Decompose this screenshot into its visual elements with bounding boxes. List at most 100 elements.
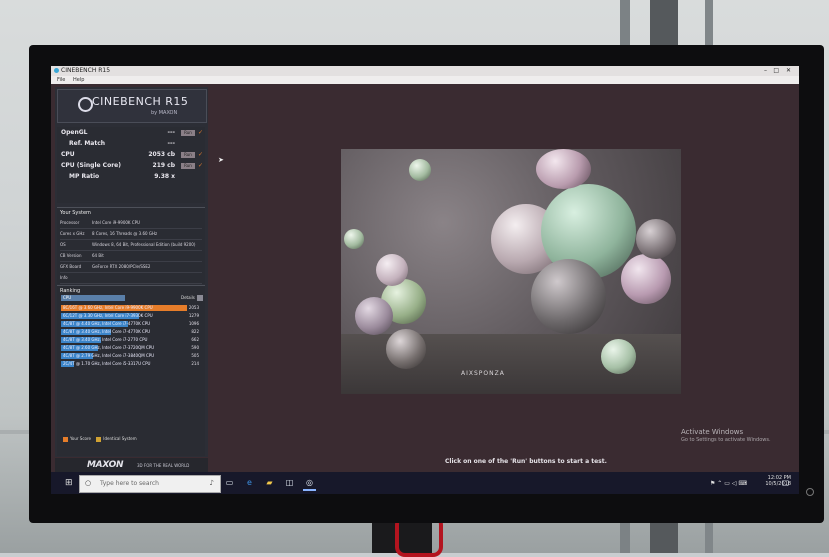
system-row: GFX Board GeForce RTX 2080/PCIe/SSE2 [60,262,202,273]
run-cpu-button[interactable]: Run [181,152,195,158]
menu-file[interactable]: File [57,77,65,83]
system-key: CB Version [60,253,82,258]
system-value: Windows 8, 64 Bit, Professional Edition … [92,242,196,247]
your-system-section: Your System Processor Intel Core i9-9900… [57,207,205,284]
ranking-legend: Your Score Identical System [63,436,137,442]
windows-start-icon[interactable]: ⊞ [65,478,73,488]
render-sphere [376,254,408,286]
render-watermark: AIXSPONZA [461,370,505,377]
section-header: Ranking [60,288,81,294]
ranking-row[interactable]: 4C/8T @ 4.40 GHz, Intel Core i7-4770K CP… [61,320,203,328]
power-icon[interactable] [806,488,814,496]
ranking-name: 4C/8T @ 2.79 GHz, Intel Core i7-3840QM C… [63,353,155,358]
system-value: Intel Core i9-9900K CPU [92,220,140,225]
ranking-score: 590 [191,345,199,350]
ranking-row[interactable]: 2C/4T @ 1.70 GHz, Intel Core i5-3317U CP… [61,360,203,368]
check-icon: ✓ [197,151,203,158]
result-value: 2053 cb [148,151,175,158]
ranking-row[interactable]: 8C/16T @ 3.60 GHz, Intel Core i9-9900K C… [61,304,203,312]
system-key: Info [60,275,68,280]
run-opengl-button[interactable]: Run [181,130,195,136]
search-placeholder: Type here to search [100,480,159,487]
ranking-name: 4C/8T @ 3.40 GHz, Intel Core i7-4770K CP… [63,329,151,334]
search-input[interactable]: ○ Type here to search ♪ [79,475,221,493]
result-label: Ref. Match [69,140,106,147]
results-section: OpenGL --- Run ✓ Ref. Match --- CPU 2053… [57,127,205,203]
maxon-logo: MAXON [87,460,124,470]
render-sphere [601,339,636,374]
mouse-cursor-icon: ➤ [218,156,224,164]
logo-subtitle: by MAXON [151,110,178,116]
ranking-score: 662 [191,337,199,342]
task-view-icon[interactable]: ▭ [223,476,236,489]
result-value: 219 cb [152,162,175,169]
render-sphere [531,259,606,334]
render-sphere [386,329,426,369]
result-row-mp-ratio: MP Ratio 9.38 x [69,173,213,183]
system-row: Cores x GHz 8 Cores, 16 Threads @ 3.60 G… [60,229,202,240]
check-icon: ✓ [197,162,203,169]
ranking-name: 4C/8T @ 4.40 GHz, Intel Core i7-4770K CP… [63,321,151,326]
menu-help[interactable]: Help [73,77,84,83]
minimize-icon[interactable]: – [764,66,767,76]
system-row: Processor Intel Core i9-9900K CPU [60,218,202,229]
activate-windows-sub: Go to Settings to activate Windows. [681,437,771,443]
maximize-icon[interactable]: □ [773,66,779,76]
ranking-row[interactable]: 4C/8T @ 3.40 GHz, Intel Core i7-2770 CPU… [61,336,203,344]
system-key: GFX Board [60,264,82,269]
result-row-cpu-single: CPU (Single Core) 219 cb Run ✓ [61,162,205,172]
status-message: Click on one of the 'Run' buttons to sta… [445,458,607,465]
details-button[interactable] [197,295,203,301]
ranking-section: Ranking CPU Details 8C/16T @ 3.60 GHz, I… [57,285,205,456]
system-value: GeForce RTX 2080/PCIe/SSE2 [92,264,151,269]
run-cpu-single-button[interactable]: Run [181,163,195,169]
store-icon[interactable]: ◫ [283,476,296,489]
ranking-row[interactable]: 4C/8T @ 3.40 GHz, Intel Core i7-4770K CP… [61,328,203,336]
ranking-score: 822 [191,329,199,334]
tray-icons[interactable]: ⚑ ⌃ ▭ ◁ ⌨ [710,480,747,487]
ranking-name: 6C/12T @ 3.30 GHz, Intel Core i7-3930K C… [63,313,153,318]
result-value: 9.38 x [154,173,175,180]
file-explorer-icon[interactable]: ▰ [263,476,276,489]
result-row-ref-match: Ref. Match --- [69,140,213,150]
window-title: CINEBENCH R15 [61,67,111,74]
ranking-score: 214 [191,361,199,366]
taskbar: ⊞ ○ Type here to search ♪ ▭ e ▰ ◫ ◎ ⚑ ⌃ … [51,472,799,494]
section-header: Your System [60,210,91,216]
cinebench-taskbar-icon[interactable]: ◎ [303,476,316,491]
ranking-score: 505 [191,353,199,358]
search-icon: ○ [85,479,92,487]
microphone-icon[interactable]: ♪ [210,479,214,487]
notifications-icon[interactable]: ▢ [779,476,792,489]
render-sphere [344,229,364,249]
ranking-row[interactable]: 6C/12T @ 3.30 GHz, Intel Core i7-3930K C… [61,312,203,320]
system-key: Cores x GHz [60,231,85,236]
legend-identical: Identical System [103,436,137,441]
system-row: CB Version 64 Bit [60,251,202,262]
ranking-name: 4C/8T @ 2.60 GHz, Intel Core i7-3720QM C… [63,345,155,350]
ranking-row[interactable]: 4C/8T @ 2.79 GHz, Intel Core i7-3840QM C… [61,352,203,360]
your-score-swatch [63,436,68,442]
render-sphere [355,297,393,335]
ranking-name: 4C/8T @ 3.40 GHz, Intel Core i7-2770 CPU [63,337,148,342]
logo-title: CINEBENCH R15 [92,95,189,108]
maxon-footer: MAXON 3D FOR THE REAL WORLD [55,458,208,472]
ranking-name: 2C/4T @ 1.70 GHz, Intel Core i5-3317U CP… [63,361,151,366]
result-value: --- [167,140,175,147]
ranking-score: 2053 [188,305,199,310]
result-row-opengl: OpenGL --- Run ✓ [61,129,205,139]
close-icon[interactable]: ✕ [786,66,791,76]
ranking-selector[interactable]: CPU [61,295,125,301]
ranking-name: 8C/16T @ 3.60 GHz, Intel Core i9-9900K C… [63,305,153,310]
ranking-selector-value: CPU [63,295,72,300]
render-sphere [409,159,431,181]
system-value: 8 Cores, 16 Threads @ 3.60 GHz [92,231,158,236]
ranking-list: 8C/16T @ 3.60 GHz, Intel Core i9-9900K C… [61,304,203,368]
render-preview: AIXSPONZA [341,149,681,394]
result-row-cpu: CPU 2053 cb Run ✓ [61,151,205,161]
screen: CINEBENCH R15 – □ ✕ File Help CINEBENCH … [51,66,799,494]
system-key: Processor [60,220,80,225]
edge-icon[interactable]: e [243,476,256,489]
ranking-row[interactable]: 4C/8T @ 2.60 GHz, Intel Core i7-3720QM C… [61,344,203,352]
result-label: MP Ratio [69,173,100,180]
